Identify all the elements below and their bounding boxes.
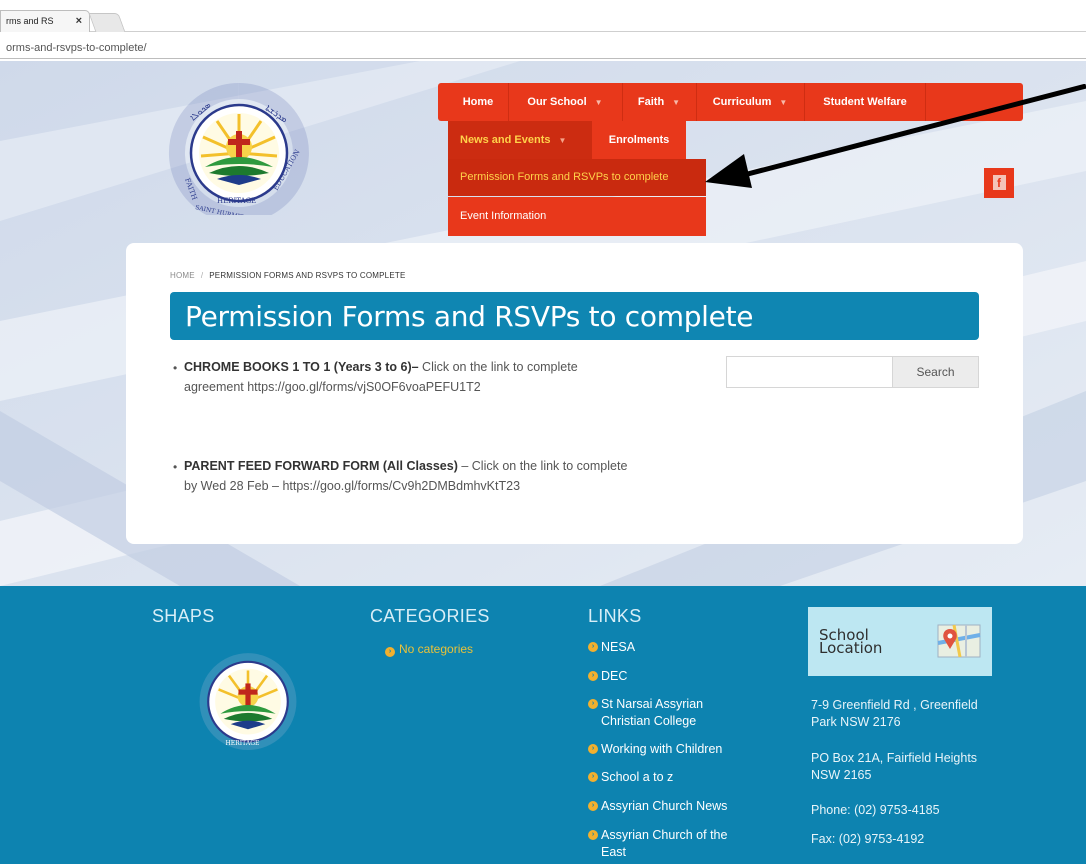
list-item-parent-feed-forward: PARENT FEED FORWARD FORM (All Classes) –… (184, 456, 724, 496)
footer-link-st-narsai[interactable]: › St Narsai Assyrian Christian College (588, 696, 741, 730)
footer-link-label: DEC (601, 669, 628, 683)
school-location-map-button[interactable]: School Location (808, 607, 992, 676)
footer-link-label: Working with Children (601, 742, 723, 756)
nav-divider (622, 83, 623, 121)
nav-news-and-events-label: News and Events (460, 134, 551, 146)
chevron-down-icon: ▼ (672, 98, 681, 107)
nav-our-school-label: Our School (527, 96, 587, 108)
dropdown-event-information[interactable]: Event Information (448, 197, 706, 236)
map-label: School Location (819, 626, 883, 657)
footer-link-label: NESA (601, 640, 636, 654)
chevron-down-icon: ▼ (594, 98, 603, 107)
page-title: Permission Forms and RSVPs to complete (185, 300, 754, 333)
bullet-icon: › (588, 801, 598, 811)
nav-our-school[interactable]: Our School ▼ (510, 83, 620, 121)
bullet-icon: › (588, 744, 598, 754)
content-card: HOME / PERMISSION FORMS AND RSVPS TO COMPL… (126, 243, 1023, 544)
breadcrumb-separator: / (200, 271, 204, 280)
url-text[interactable]: orms-and-rsvps-to-complete/ (6, 42, 147, 54)
footer-link-school-a-to-z[interactable]: › School a to z (588, 769, 674, 786)
nav-enrolments-label: Enrolments (608, 134, 670, 146)
item-bold: CHROME BOOKS 1 TO 1 (Years 3 to 6)– (184, 360, 419, 374)
browser-tab[interactable]: rms and RS × (0, 10, 90, 32)
footer-link-label: St Narsai Assyrian Christian College (601, 697, 704, 728)
bullet-icon: › (588, 699, 598, 709)
footer-link-dec[interactable]: › DEC (588, 668, 628, 685)
nav-home-label: Home (462, 96, 494, 108)
page-title-bar: Permission Forms and RSVPs to complete (170, 292, 979, 340)
footer-fax: Fax: (02) 9753-4192 (811, 832, 925, 846)
footer-link-label: School a to z (601, 770, 674, 784)
footer-link-label: Assyrian Church of the East (601, 828, 728, 859)
footer-po-box: PO Box 21A, Fairfield Heights NSW 2165 (811, 751, 978, 782)
breadcrumb-current: PERMISSION FORMS AND RSVPS TO COMPLETE (209, 271, 406, 280)
footer-link-working-with-children[interactable]: › Working with Children (588, 741, 723, 758)
dropdown-permission-forms-label: Permission Forms and RSVPs to complete (460, 171, 669, 183)
svg-text:HERITAGE: HERITAGE (217, 197, 256, 205)
nav-faith[interactable]: Faith ▼ (624, 83, 694, 121)
item-text: Click on the link to complete (418, 360, 578, 374)
annotation-arrow (705, 84, 1086, 188)
list-bullet: • (173, 361, 178, 375)
search-button[interactable]: Search (893, 356, 979, 388)
bullet-icon: › (588, 671, 598, 681)
nav-enrolments[interactable]: Enrolments (592, 121, 686, 159)
nav-home[interactable]: Home (450, 83, 506, 121)
footer-phone: Phone: (02) 9753-4185 (811, 803, 940, 817)
browser-tab-bar: rms and RS × (0, 0, 1086, 32)
item-bold: PARENT FEED FORWARD FORM (All Classes) (184, 459, 458, 473)
tab-close-icon[interactable]: × (76, 15, 82, 27)
item-link[interactable]: by Wed 28 Feb – https://goo.gl/forms/Cv9… (184, 479, 520, 493)
nav-divider (696, 83, 697, 121)
breadcrumb: HOME / PERMISSION FORMS AND RSVPS TO COMPL… (170, 271, 405, 280)
map-icon (937, 624, 981, 658)
svg-text:HERITAGE: HERITAGE (226, 740, 260, 747)
category-empty: › No categories (385, 642, 473, 657)
footer-school-logo[interactable]: HERITAGE (184, 638, 312, 760)
nav-divider (508, 83, 509, 121)
page: ܣܟܘܠܐ ܡܕܪܫܬܐ FAITH HERITAGE EDUCATION SA… (0, 61, 1086, 864)
item-link[interactable]: agreement https://goo.gl/forms/vjS0OF6vo… (184, 380, 481, 394)
footer-heading-categories: CATEGORIES (370, 606, 490, 626)
nav-faith-label: Faith (637, 96, 665, 108)
footer-link-label: Assyrian Church News (601, 799, 728, 813)
bullet-icon: › (588, 830, 598, 840)
search-input[interactable] (726, 356, 893, 388)
no-categories-text: No categories (399, 642, 474, 656)
item-text: – Click on the link to complete (457, 459, 628, 473)
school-logo[interactable]: ܣܟܘܠܐ ܡܕܪܫܬܐ FAITH HERITAGE EDUCATION SA… (165, 81, 313, 215)
footer-heading-links: LINKS (588, 606, 642, 626)
footer-address: 7-9 Greenfield Rd , Greenfield Park NSW … (811, 698, 978, 729)
bullet-icon: › (385, 647, 395, 657)
bullet-icon: › (588, 772, 598, 782)
chevron-down-icon: ▼ (558, 136, 567, 145)
footer-link-assyrian-church-east[interactable]: › Assyrian Church of the East (588, 827, 741, 861)
footer: SHAPS CATEGORIES LINKS HERITAGE › No cate… (0, 586, 1086, 864)
new-tab-button[interactable] (88, 13, 126, 32)
breadcrumb-home[interactable]: HOME (170, 271, 195, 280)
footer-heading-shaps: SHAPS (152, 606, 215, 626)
footer-link-nesa[interactable]: › NESA (588, 639, 636, 656)
tab-title: rms and RS (6, 16, 54, 26)
address-bar[interactable]: orms-and-rsvps-to-complete/ (0, 33, 1086, 59)
dropdown-permission-forms[interactable]: Permission Forms and RSVPs to complete (448, 159, 706, 196)
nav-news-and-events[interactable]: News and Events ▼ (448, 121, 592, 159)
list-item-chromebooks: CHROME BOOKS 1 TO 1 (Years 3 to 6)– Clic… (184, 357, 704, 397)
list-bullet: • (173, 460, 178, 474)
bullet-icon: › (588, 642, 598, 652)
dropdown-event-information-label: Event Information (460, 210, 547, 222)
footer-link-assyrian-church-news[interactable]: › Assyrian Church News (588, 798, 728, 815)
